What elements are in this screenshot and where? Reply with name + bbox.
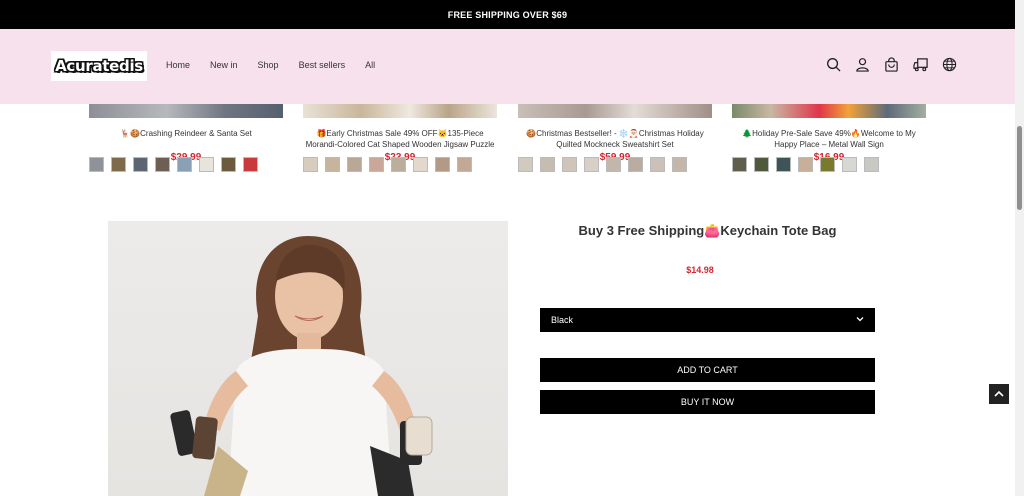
swatch-thumbnail[interactable] xyxy=(864,157,879,172)
swatch-thumbnail[interactable] xyxy=(155,157,170,172)
chevron-up-icon xyxy=(994,385,1004,403)
announcement-bar: FREE SHIPPING OVER $69 xyxy=(0,0,1015,29)
nav-best-sellers[interactable]: Best sellers xyxy=(299,60,346,70)
product-price-main: $14.98 xyxy=(686,265,714,275)
product-image[interactable] xyxy=(89,104,283,118)
swatch-thumbnail[interactable] xyxy=(413,157,428,172)
product-card[interactable]: 🌲Holiday Pre-Sale Save 49%🔥Welcome to My… xyxy=(732,104,926,163)
swatch-thumbnail[interactable] xyxy=(457,157,472,172)
product-image[interactable] xyxy=(303,104,497,118)
model-illustration xyxy=(170,236,433,496)
product-title[interactable]: 🎁Early Christmas Sale 49% OFF🐱135-Piece … xyxy=(303,128,497,150)
swatch-thumbnail[interactable] xyxy=(754,157,769,172)
back-to-top-button[interactable] xyxy=(989,384,1009,404)
swatch-thumbnail[interactable] xyxy=(111,157,126,172)
color-select-value: Black xyxy=(551,315,574,325)
color-select[interactable]: Black xyxy=(540,308,875,332)
swatch-thumbnail[interactable] xyxy=(303,157,318,172)
swatch-thumbnail[interactable] xyxy=(820,157,835,172)
product-image[interactable] xyxy=(518,104,712,118)
swatch-thumbnail[interactable] xyxy=(732,157,747,172)
product-main-image[interactable] xyxy=(108,221,508,496)
swatch-thumbnail[interactable] xyxy=(391,157,406,172)
swatch-row xyxy=(518,157,687,172)
nav-all[interactable]: All xyxy=(365,60,375,70)
product-image[interactable] xyxy=(732,104,926,118)
nav-home[interactable]: Home xyxy=(166,60,190,70)
swatch-thumbnail[interactable] xyxy=(798,157,813,172)
product-title[interactable]: 🍪Christmas Bestseller! - ❄️🎅Christmas Ho… xyxy=(518,128,712,150)
product-card[interactable]: 🦌🍪Crashing Reindeer & Santa Set $29.99 xyxy=(89,104,283,163)
swatch-thumbnail[interactable] xyxy=(606,157,621,172)
swatch-thumbnail[interactable] xyxy=(540,157,555,172)
swatch-thumbnail[interactable] xyxy=(842,157,857,172)
site-header: Acuratedis Home New in Shop Best sellers… xyxy=(0,29,1015,104)
nav-shop[interactable]: Shop xyxy=(258,60,279,70)
product-card[interactable]: 🎁Early Christmas Sale 49% OFF🐱135-Piece … xyxy=(303,104,497,163)
cart-icon[interactable] xyxy=(883,56,900,73)
swatch-thumbnail[interactable] xyxy=(435,157,450,172)
product-title[interactable]: 🌲Holiday Pre-Sale Save 49%🔥Welcome to My… xyxy=(732,128,926,150)
main-nav: Home New in Shop Best sellers All xyxy=(166,60,375,70)
product-card[interactable]: 🍪Christmas Bestseller! - ❄️🎅Christmas Ho… xyxy=(518,104,712,163)
globe-icon[interactable] xyxy=(941,56,958,73)
nav-new-in[interactable]: New in xyxy=(210,60,238,70)
product-title[interactable]: 🦌🍪Crashing Reindeer & Santa Set xyxy=(89,128,283,150)
swatch-thumbnail[interactable] xyxy=(672,157,687,172)
swatch-thumbnail[interactable] xyxy=(650,157,665,172)
chevron-down-icon xyxy=(856,315,864,325)
header-icons xyxy=(825,56,958,73)
buy-now-button[interactable]: BUY IT NOW xyxy=(540,390,875,414)
page-scrollbar[interactable] xyxy=(1015,0,1024,496)
page: FREE SHIPPING OVER $69 Acuratedis Home N… xyxy=(0,0,1024,496)
announcement-text: FREE SHIPPING OVER $69 xyxy=(447,9,568,20)
scrollbar-thumb[interactable] xyxy=(1017,126,1022,210)
swatch-thumbnail[interactable] xyxy=(243,157,258,172)
swatch-thumbnail[interactable] xyxy=(518,157,533,172)
add-to-cart-button[interactable]: ADD TO CART xyxy=(540,358,875,382)
swatch-thumbnail[interactable] xyxy=(347,157,362,172)
swatch-thumbnail[interactable] xyxy=(584,157,599,172)
swatch-thumbnail[interactable] xyxy=(369,157,384,172)
swatch-row xyxy=(89,157,258,172)
swatch-thumbnail[interactable] xyxy=(199,157,214,172)
swatch-row xyxy=(732,157,879,172)
swatch-thumbnail[interactable] xyxy=(562,157,577,172)
swatch-thumbnail[interactable] xyxy=(221,157,236,172)
swatch-thumbnail[interactable] xyxy=(776,157,791,172)
search-icon[interactable] xyxy=(825,56,842,73)
swatch-row xyxy=(303,157,472,172)
product-carousel: 🦌🍪Crashing Reindeer & Santa Set $29.99 🎁… xyxy=(89,104,929,196)
product-title-main: Buy 3 Free Shipping👛Keychain Tote Bag xyxy=(578,223,837,238)
swatch-thumbnail[interactable] xyxy=(89,157,104,172)
swatch-thumbnail[interactable] xyxy=(628,157,643,172)
shipping-icon[interactable] xyxy=(912,56,929,73)
logo[interactable]: Acuratedis xyxy=(51,51,147,81)
logo-text: Acuratedis xyxy=(55,57,143,75)
swatch-thumbnail[interactable] xyxy=(133,157,148,172)
account-icon[interactable] xyxy=(854,56,871,73)
swatch-thumbnail[interactable] xyxy=(325,157,340,172)
swatch-thumbnail[interactable] xyxy=(177,157,192,172)
